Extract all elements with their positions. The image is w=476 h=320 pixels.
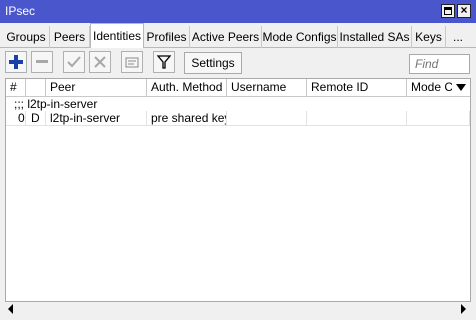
tab-active-peers[interactable]: Active Peers xyxy=(190,26,262,48)
window-title: IPsec xyxy=(5,4,36,18)
column-header-number[interactable]: # xyxy=(6,79,26,96)
cell-flag: D xyxy=(26,111,46,126)
remove-button[interactable] xyxy=(31,51,53,73)
cell-mode-config xyxy=(407,111,470,126)
tab-mode-configs[interactable]: Mode Configs xyxy=(262,26,338,48)
horizontal-scrollbar[interactable] xyxy=(5,302,471,315)
filter-icon xyxy=(156,55,172,69)
table-header: # Peer Auth. Method Username Remote ID M… xyxy=(6,79,470,97)
filter-button[interactable] xyxy=(153,51,175,73)
column-header-flags[interactable] xyxy=(26,79,46,96)
tab-more[interactable]: ... xyxy=(446,26,470,48)
column-header-remote-id[interactable]: Remote ID xyxy=(307,79,407,96)
comment-icon xyxy=(125,57,139,68)
column-header-peer[interactable]: Peer xyxy=(46,79,147,96)
scroll-right-arrow-icon[interactable] xyxy=(461,304,466,314)
scroll-left-arrow-icon[interactable] xyxy=(8,304,13,314)
find-input[interactable] xyxy=(409,54,470,74)
column-header-username[interactable]: Username xyxy=(227,79,307,96)
comment-text: ;;; l2tp-in-server xyxy=(14,97,98,111)
tab-identities[interactable]: Identities xyxy=(90,23,144,48)
cell-number: 0 xyxy=(6,111,26,126)
maximize-button[interactable] xyxy=(441,4,455,18)
enable-button[interactable] xyxy=(63,51,85,73)
check-icon xyxy=(67,56,81,68)
cross-icon xyxy=(94,56,106,68)
tab-keys[interactable]: Keys xyxy=(412,26,446,48)
tab-profiles[interactable]: Profiles xyxy=(144,26,190,48)
disable-button[interactable] xyxy=(89,51,111,73)
cell-peer: l2tp-in-server xyxy=(46,111,147,126)
tab-bar: Groups Peers Identities Profiles Active … xyxy=(0,23,476,48)
table-row[interactable]: 0 D l2tp-in-server pre shared key xyxy=(6,111,470,126)
plus-icon xyxy=(9,55,23,69)
minus-icon xyxy=(36,60,48,63)
tab-peers[interactable]: Peers xyxy=(50,26,90,48)
identities-table: # Peer Auth. Method Username Remote ID M… xyxy=(5,78,471,302)
tab-installed-sas[interactable]: Installed SAs xyxy=(338,26,412,48)
cell-remote-id xyxy=(307,111,407,126)
title-bar[interactable]: IPsec × xyxy=(0,0,476,23)
close-button[interactable]: × xyxy=(457,4,471,18)
settings-button[interactable]: Settings xyxy=(184,52,242,74)
add-button[interactable] xyxy=(5,51,27,73)
column-menu-arrow-icon[interactable] xyxy=(456,84,466,91)
column-header-mode-config[interactable]: Mode Cor xyxy=(407,79,452,96)
comment-button[interactable] xyxy=(121,51,143,73)
cell-username xyxy=(227,111,307,126)
tab-groups[interactable]: Groups xyxy=(3,26,50,48)
ipsec-window: IPsec × Groups Peers Identities Profiles… xyxy=(0,0,476,320)
column-header-auth-method[interactable]: Auth. Method xyxy=(147,79,227,96)
comment-row[interactable]: ;;; l2tp-in-server xyxy=(6,97,470,112)
cell-auth-method: pre shared key xyxy=(147,111,227,126)
